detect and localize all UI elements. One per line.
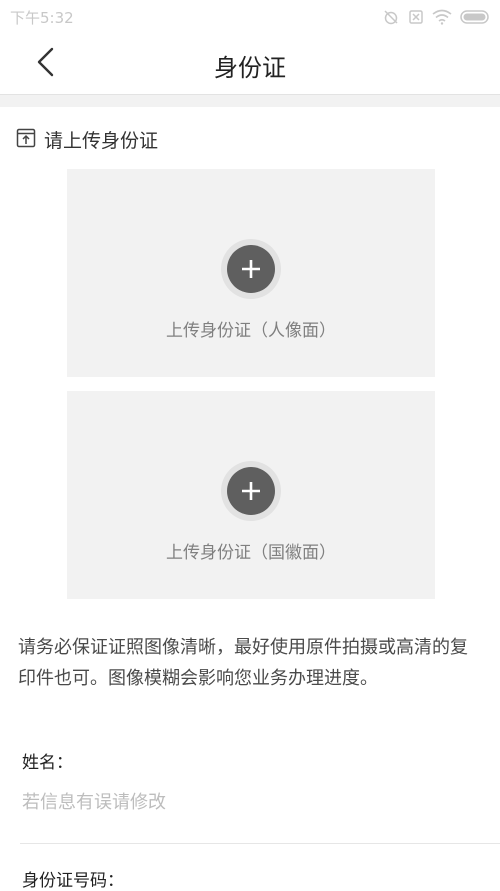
- status-icons: [382, 8, 492, 30]
- upload-tip-text: 请务必保证证照图像清晰，最好使用原件拍摄或高清的复印件也可。图像模糊会影响您业务…: [18, 637, 468, 689]
- upload-front-label: 上传身份证（人像面）: [166, 321, 336, 341]
- upload-back-button[interactable]: [221, 461, 281, 521]
- section-divider: [0, 95, 500, 107]
- status-time: 下午5:32: [10, 9, 74, 27]
- plus-icon: [227, 245, 275, 293]
- upload-back-label: 上传身份证（国徽面）: [166, 543, 336, 563]
- upload-section-title: 请上传身份证: [44, 130, 159, 152]
- nav-bar: 身份证: [0, 34, 500, 95]
- id-number-label: 身份证号码：: [22, 871, 124, 891]
- field-divider: [20, 843, 500, 844]
- wifi-icon: [432, 9, 452, 29]
- upload-front-button[interactable]: [221, 239, 281, 299]
- upload-section-header: 请上传身份证: [16, 126, 158, 153]
- upload-front-card[interactable]: 上传身份证（人像面）: [67, 169, 435, 377]
- sim-icon: [408, 9, 424, 29]
- upload-back-card[interactable]: 上传身份证（国徽面）: [67, 391, 435, 599]
- page-title: 身份证: [214, 54, 286, 82]
- status-bar: 下午5:32: [0, 0, 500, 34]
- battery-icon: [460, 9, 492, 29]
- alarm-off-icon: [382, 8, 400, 30]
- name-label: 姓名：: [22, 753, 73, 773]
- name-input[interactable]: [22, 792, 482, 813]
- plus-icon: [227, 467, 275, 515]
- upload-icon: [16, 128, 36, 152]
